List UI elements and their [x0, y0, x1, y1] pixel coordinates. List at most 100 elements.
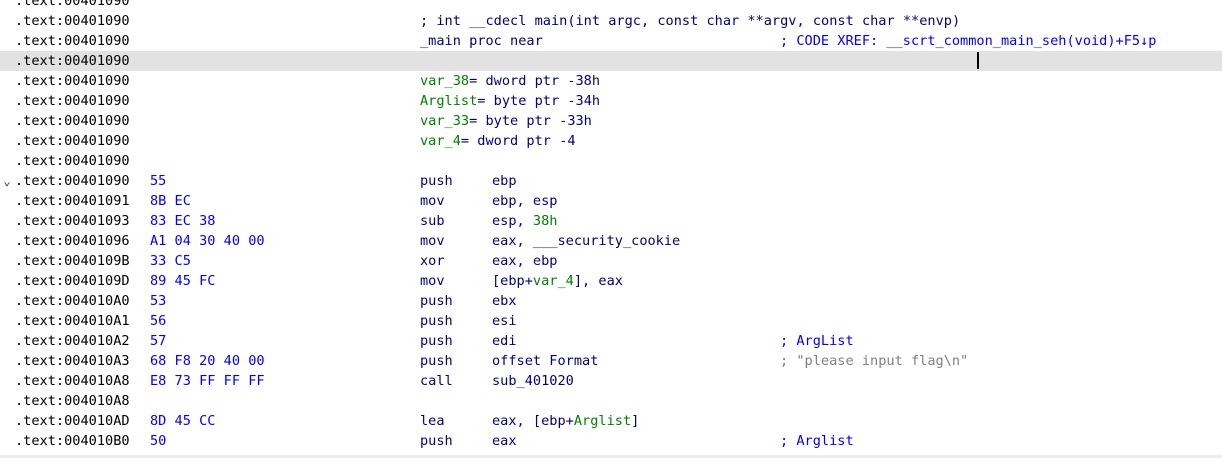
- instruction-mnemonic[interactable]: push: [420, 351, 453, 371]
- instruction-mnemonic[interactable]: push: [420, 431, 453, 451]
- line-address[interactable]: .text:00401096: [15, 231, 130, 251]
- listing-line[interactable]: .text:004010B0 50 push eax ; Arglist: [0, 431, 1222, 451]
- line-address[interactable]: .text:00401090: [15, 111, 130, 131]
- listing-line[interactable]: .text:00401096 A1 04 30 40 00 mov eax, ___s…: [0, 231, 1222, 251]
- operand-text[interactable]: ebx: [492, 293, 517, 309]
- instruction-mnemonic[interactable]: mov: [420, 271, 445, 291]
- instruction-mnemonic[interactable]: sub: [420, 211, 445, 231]
- line-address[interactable]: .text:00401090: [15, 151, 130, 171]
- instruction-mnemonic[interactable]: push: [420, 291, 453, 311]
- instruction-operands[interactable]: esi: [492, 311, 517, 331]
- stack-variable-definition[interactable]: Arglist= byte ptr -34h: [420, 91, 600, 111]
- instruction-operands[interactable]: edi: [492, 331, 517, 351]
- line-comment[interactable]: ; CODE XREF: __scrt_common_main_seh(void…: [780, 31, 1156, 51]
- stack-variable-definition[interactable]: var_38= dword ptr -38h: [420, 71, 600, 91]
- instruction-operands[interactable]: eax, [ebp+Arglist]: [492, 411, 639, 431]
- listing-line[interactable]: .text:0040109B 33 C5 xor eax, ebp: [0, 251, 1222, 271]
- operand-tail[interactable]: ], eax: [574, 273, 623, 289]
- listing-line[interactable]: .text:004010A8 E8 73 FF FF FF call sub_4010…: [0, 371, 1222, 391]
- line-comment[interactable]: ; ArgList: [780, 331, 854, 351]
- listing-line[interactable]: ⌄ .text:00401090 55 push ebp: [0, 171, 1222, 191]
- line-address[interactable]: .text:004010A8: [15, 391, 130, 411]
- listing-line[interactable]: .text:00401090: [0, 151, 1222, 171]
- line-address[interactable]: .text:0040109D: [15, 271, 130, 291]
- listing-line[interactable]: .text:004010A0 53 push ebx: [0, 291, 1222, 311]
- stack-variable-name[interactable]: var_38: [420, 73, 469, 89]
- operand-tail[interactable]: ]: [631, 413, 639, 429]
- line-comment[interactable]: ; "please input flag\n": [780, 351, 968, 371]
- operand-text[interactable]: [ebp+: [492, 273, 533, 289]
- line-address[interactable]: .text:00401090: [15, 51, 130, 71]
- listing-line[interactable]: .text:004010A8: [0, 391, 1222, 411]
- line-address[interactable]: .text:0040109B: [15, 251, 130, 271]
- stack-variable-definition[interactable]: var_33= byte ptr -33h: [420, 111, 592, 131]
- instruction-mnemonic[interactable]: call: [420, 371, 453, 391]
- instruction-mnemonic[interactable]: lea: [420, 411, 445, 431]
- instruction-operands[interactable]: ebp: [492, 171, 517, 191]
- line-address[interactable]: .text:00401093: [15, 211, 130, 231]
- stack-variable-name[interactable]: Arglist: [420, 93, 477, 109]
- instruction-operands[interactable]: [ebp+var_4], eax: [492, 271, 623, 291]
- stack-variable-definition[interactable]: var_4= dword ptr -4: [420, 131, 576, 151]
- line-address[interactable]: .text:004010A2: [15, 331, 130, 351]
- operand-text[interactable]: sub_401020: [492, 373, 574, 389]
- listing-line[interactable]: .text:00401091 8B EC mov ebp, esp: [0, 191, 1222, 211]
- instruction-operands[interactable]: eax: [492, 431, 517, 451]
- instruction-operands[interactable]: eax, ___security_cookie: [492, 231, 680, 251]
- line-address[interactable]: .text:00401090: [15, 11, 130, 31]
- collapse-chevron-icon[interactable]: ⌄: [1, 171, 13, 191]
- line-address[interactable]: .text:00401090: [15, 171, 130, 191]
- instruction-mnemonic[interactable]: mov: [420, 231, 445, 251]
- instruction-operands[interactable]: eax, ebp: [492, 251, 557, 271]
- listing-line[interactable]: .text:004010A2 57 push edi ; ArgList: [0, 331, 1222, 351]
- line-address[interactable]: .text:00401091: [15, 191, 130, 211]
- operand-text[interactable]: eax, ebp: [492, 253, 557, 269]
- operand-text[interactable]: esi: [492, 313, 517, 329]
- operand-text[interactable]: eax, ___security_cookie: [492, 233, 680, 249]
- disassembly-listing[interactable]: .text:00401090 .text:00401090; int __cdec…: [0, 0, 1222, 451]
- listing-line[interactable]: .text:00401090: [0, 0, 1222, 11]
- instruction-mnemonic[interactable]: push: [420, 331, 453, 351]
- listing-line[interactable]: .text:004010A3 68 F8 20 40 00 push offset F…: [0, 351, 1222, 371]
- function-header-text[interactable]: ; int __cdecl main(int argc, const char …: [420, 11, 960, 31]
- operand-highlight[interactable]: 38h: [533, 213, 558, 229]
- listing-line-current[interactable]: .text:00401090: [0, 51, 1222, 71]
- listing-line[interactable]: .text:00401090 ; int __cdecl main(int arg…: [0, 11, 1222, 31]
- line-address[interactable]: .text:004010A8: [15, 371, 130, 391]
- operand-highlight[interactable]: var_4: [533, 273, 574, 289]
- line-address[interactable]: .text:00401090: [15, 31, 130, 51]
- listing-line[interactable]: .text:004010AD 8D 45 CC lea eax, [ebp+Argli…: [0, 411, 1222, 431]
- instruction-mnemonic[interactable]: xor: [420, 251, 445, 271]
- line-comment[interactable]: ; Arglist: [780, 431, 854, 451]
- instruction-operands[interactable]: ebx: [492, 291, 517, 311]
- instruction-mnemonic[interactable]: mov: [420, 191, 445, 211]
- instruction-operands[interactable]: esp, 38h: [492, 211, 557, 231]
- operand-text[interactable]: esp,: [492, 213, 533, 229]
- listing-line[interactable]: .text:00401090 Arglist= byte ptr -34h: [0, 91, 1222, 111]
- function-header-text[interactable]: _main proc near: [420, 31, 543, 51]
- line-address[interactable]: .text:00401090: [15, 71, 130, 91]
- operand-text[interactable]: ebp: [492, 173, 517, 189]
- line-address[interactable]: .text:00401090: [15, 91, 130, 111]
- operand-text[interactable]: edi: [492, 333, 517, 349]
- instruction-operands[interactable]: sub_401020: [492, 371, 574, 391]
- listing-line[interactable]: .text:00401090 var_4= dword ptr -4: [0, 131, 1222, 151]
- line-address[interactable]: .text:004010A1: [15, 311, 130, 331]
- operand-text[interactable]: eax, [ebp+: [492, 413, 574, 429]
- line-address[interactable]: .text:004010A3: [15, 351, 130, 371]
- listing-line[interactable]: .text:00401093 83 EC 38 sub esp, 38h: [0, 211, 1222, 231]
- instruction-mnemonic[interactable]: push: [420, 171, 453, 191]
- listing-line[interactable]: .text:00401090 var_38= dword ptr -38h: [0, 71, 1222, 91]
- listing-line[interactable]: .text:00401090 _main proc near ; CODE XREF…: [0, 31, 1222, 51]
- instruction-mnemonic[interactable]: push: [420, 311, 453, 331]
- line-address[interactable]: .text:004010AD: [15, 411, 130, 431]
- instruction-operands[interactable]: offset Format: [492, 351, 598, 371]
- operand-text[interactable]: offset Format: [492, 353, 598, 369]
- operand-text[interactable]: eax: [492, 433, 517, 449]
- stack-variable-name[interactable]: var_4: [420, 133, 461, 149]
- operand-highlight[interactable]: Arglist: [574, 413, 631, 429]
- instruction-operands[interactable]: ebp, esp: [492, 191, 557, 211]
- listing-line[interactable]: .text:0040109D 89 45 FC mov [ebp+var_4], ea…: [0, 271, 1222, 291]
- listing-line[interactable]: .text:00401090 var_33= byte ptr -33h: [0, 111, 1222, 131]
- stack-variable-name[interactable]: var_33: [420, 113, 469, 129]
